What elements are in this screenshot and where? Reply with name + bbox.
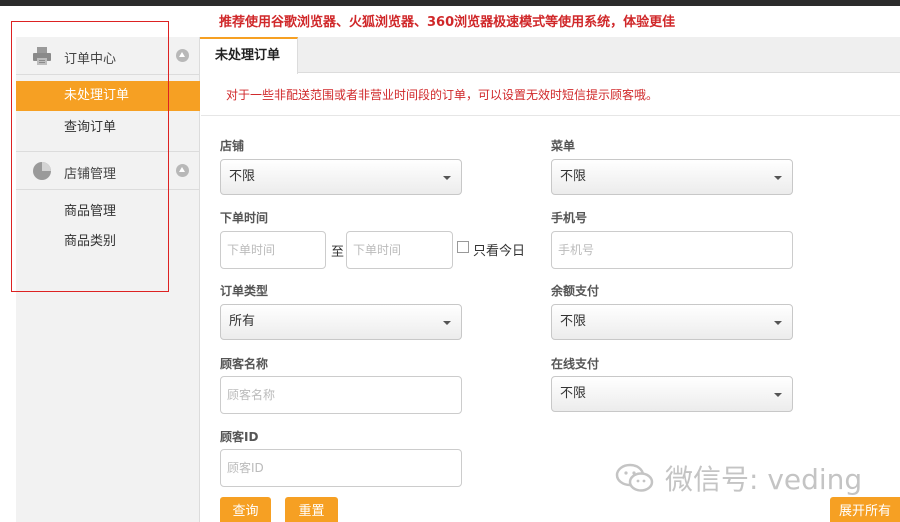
online-pay-label: 在线支付 [551,357,600,371]
chevron-down-icon [774,176,782,180]
top-bar [0,0,900,6]
order-time-label: 下单时间 [220,211,269,225]
phone-label: 手机号 [551,211,588,225]
balance-pay-select-value: 不限 [560,314,587,329]
customer-name-label: 顾客名称 [220,357,269,371]
customer-id-input[interactable]: 顾客ID [220,449,462,487]
to-text: 至 [331,245,345,260]
online-pay-select[interactable]: 不限 [551,376,793,412]
wechat-icon [615,462,655,494]
printer-icon [32,46,52,66]
sidebar-item-query-orders[interactable]: 查询订单 [16,113,200,143]
watermark-text: 微信号: veding [665,463,863,496]
query-button[interactable]: 查询 [220,497,271,522]
order-type-select-value: 所有 [229,314,256,329]
sidebar-section-order-center[interactable]: 订单中心 [16,37,200,75]
balance-pay-select[interactable]: 不限 [551,304,793,340]
chevron-down-icon [443,176,451,180]
pie-chart-icon [32,161,52,181]
collapse-arrow-icon[interactable] [176,164,189,177]
today-only-label[interactable]: 只看今日 [473,240,525,259]
balance-pay-label: 余额支付 [551,284,600,298]
online-pay-select-value: 不限 [560,386,587,401]
sidebar-section-shop-management[interactable]: 店铺管理 [16,152,200,190]
order-type-label: 订单类型 [220,284,269,298]
collapse-arrow-icon[interactable] [176,49,189,62]
sidebar-item-pending-orders[interactable]: 未处理订单 [16,81,200,111]
wechat-watermark: 微信号: veding [615,458,862,498]
shop-select-value: 不限 [229,169,256,184]
tab-bar: 未处理订单 [200,37,900,74]
sidebar: 订单中心 未处理订单 查询订单 店铺管理 商品管理 商品类别 [16,37,200,522]
sidebar-section-label: 店铺管理 [64,167,117,182]
order-type-select[interactable]: 所有 [220,304,462,340]
reset-button[interactable]: 重置 [285,497,338,522]
shop-label: 店铺 [220,139,245,153]
order-time-to-input[interactable]: 下单时间 [346,231,453,269]
menu-label: 菜单 [551,139,576,153]
menu-select-value: 不限 [560,169,587,184]
chevron-down-icon [774,393,782,397]
customer-id-label: 顾客ID [220,430,259,444]
phone-input[interactable]: 手机号 [551,231,793,269]
tip-message: 对于一些非配送范围或者非营业时间段的订单，可以设置无效时短信提示顾客哦。 [201,74,900,116]
chevron-down-icon [443,321,451,325]
today-only-checkbox[interactable] [457,241,469,253]
sidebar-item-products[interactable]: 商品管理 [16,197,200,227]
customer-name-input[interactable]: 顾客名称 [220,376,462,414]
sidebar-section-label: 订单中心 [64,52,117,67]
expand-all-button[interactable]: 展开所有 [830,497,900,522]
menu-select[interactable]: 不限 [551,159,793,195]
tab-pending-orders[interactable]: 未处理订单 [200,37,298,74]
chevron-down-icon [774,321,782,325]
order-time-from-input[interactable]: 下单时间 [220,231,326,269]
browser-notice: 推荐使用谷歌浏览器、火狐浏览器、360浏览器极速模式等使用系统，体验更佳 [219,15,676,30]
shop-select[interactable]: 不限 [220,159,462,195]
sidebar-item-product-categories[interactable]: 商品类别 [16,227,200,257]
